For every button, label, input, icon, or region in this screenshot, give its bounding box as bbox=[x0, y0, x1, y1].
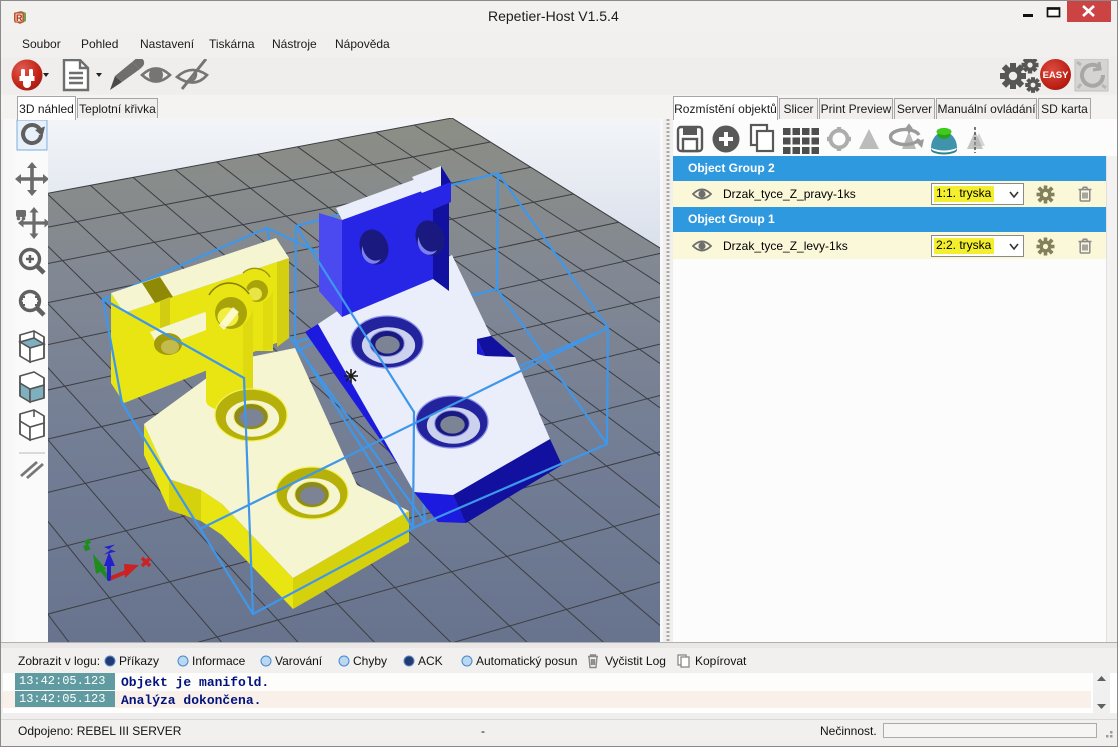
svg-text:R: R bbox=[16, 13, 23, 23]
svg-text:EASY: EASY bbox=[1043, 70, 1070, 81]
